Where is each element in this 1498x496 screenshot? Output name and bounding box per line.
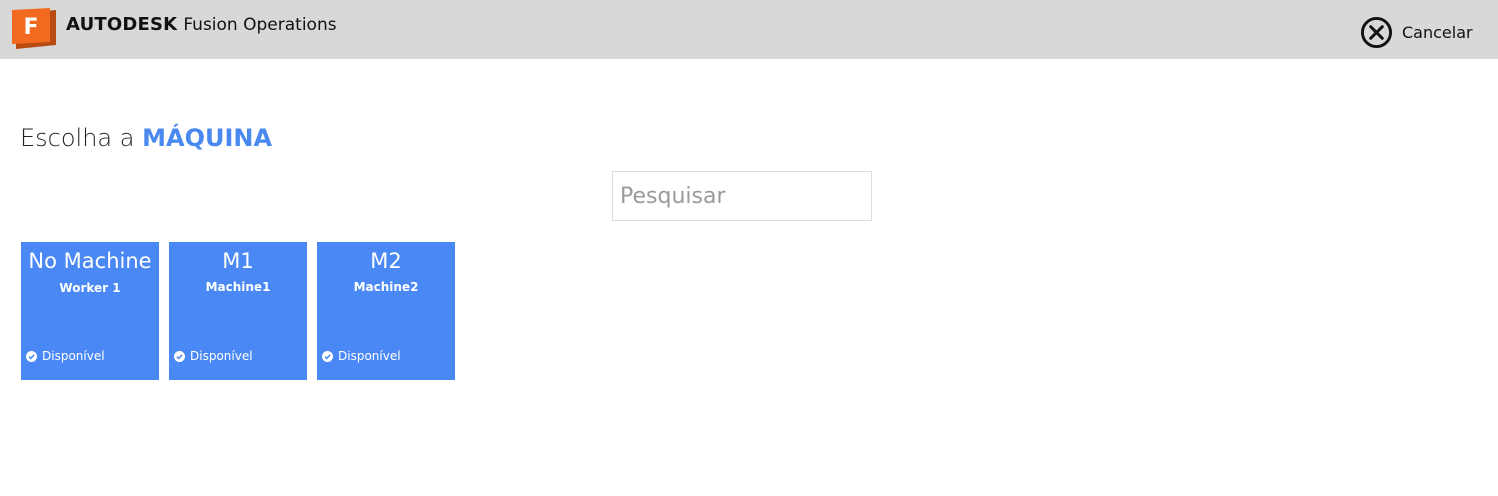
brand-name: AUTODESK [66,14,178,35]
machine-name: No Machine [28,249,152,273]
machine-name: M1 [222,249,254,273]
fusion-logo-icon: F [12,8,56,49]
status-label: Disponível [338,349,401,363]
search-input[interactable] [612,171,872,221]
logo-letter: F [23,15,38,40]
cancel-button[interactable]: Cancelar [1360,15,1473,49]
status-badge: Disponível [322,349,401,363]
status-label: Disponível [190,349,253,363]
check-circle-icon [174,350,185,362]
machine-subtitle: Machine1 [205,280,271,294]
check-circle-icon [26,350,37,362]
machine-tile-no-machine[interactable]: No Machine Worker 1 Disponível [21,242,159,380]
cancel-label: Cancelar [1402,22,1473,42]
check-circle-icon [322,350,333,362]
top-bar: F AUTODESK Fusion Operations Cancelar [0,0,1498,59]
close-circle-icon [1360,16,1393,48]
status-label: Disponível [42,349,105,363]
status-badge: Disponível [26,349,105,363]
machine-name: M2 [370,249,402,273]
page-title-accent: MÁQUINA [142,124,273,152]
page-title: Escolha a MÁQUINA [20,124,272,152]
product-name: Fusion Operations [183,15,337,35]
machine-subtitle: Machine2 [353,280,419,294]
app-title: AUTODESK Fusion Operations [66,14,337,35]
machine-subtitle: Worker 1 [59,281,121,295]
machine-tile-m1[interactable]: M1 Machine1 Disponível [169,242,307,380]
status-badge: Disponível [174,349,253,363]
machine-tile-m2[interactable]: M2 Machine2 Disponível [317,242,455,380]
page-title-prefix: Escolha a [20,124,135,152]
